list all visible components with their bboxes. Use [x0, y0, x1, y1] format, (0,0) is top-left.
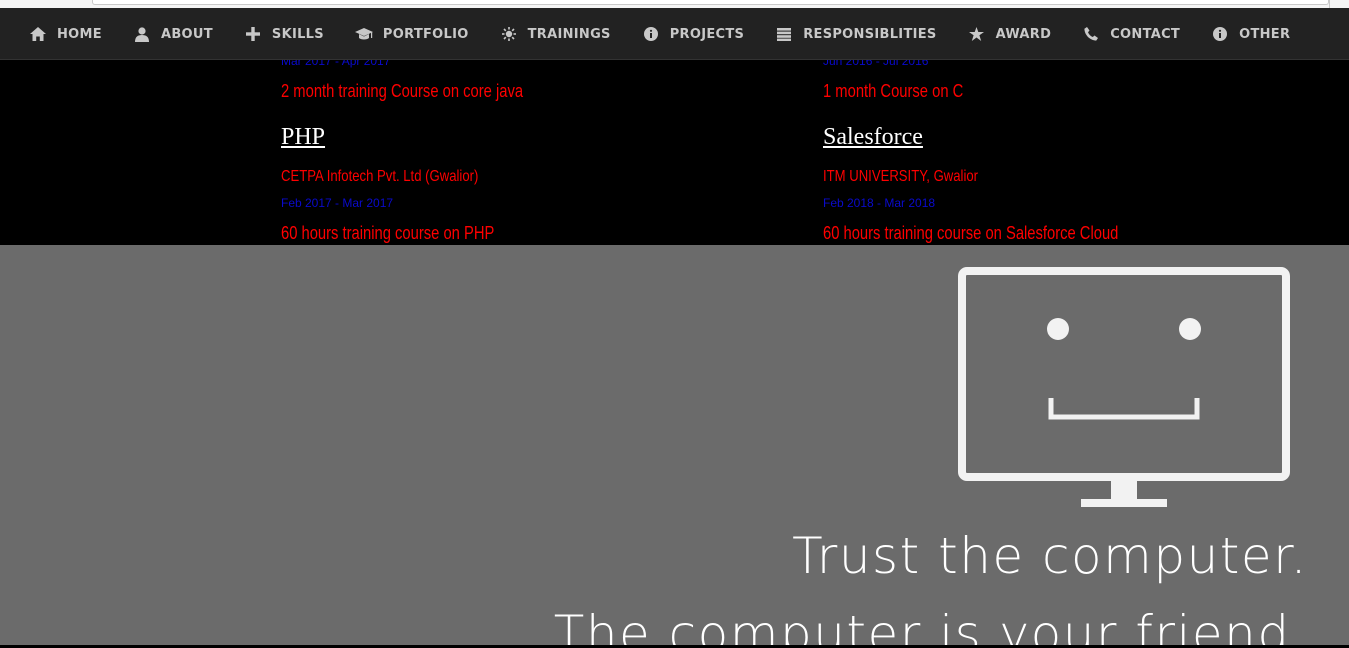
nav-item-contact[interactable]: CONTACT	[1081, 26, 1180, 42]
training-description: 60 hours training course on PHP	[281, 223, 495, 243]
nav-label: ABOUT	[160, 26, 213, 42]
training-title[interactable]: PHP	[281, 123, 325, 151]
browser-corner	[1329, 0, 1349, 8]
phone-icon	[1081, 26, 1101, 42]
browser-top-strip	[0, 0, 1349, 8]
training-date: Feb 2018 - Mar 2018	[823, 196, 936, 210]
nav-item-portfolio[interactable]: PORTFOLIO	[354, 26, 469, 42]
nav-label: HOME	[57, 26, 102, 42]
nav-label: CONTACT	[1110, 26, 1181, 42]
nav-item-trainings[interactable]: TRAININGS	[499, 26, 611, 42]
nav-item-projects[interactable]: PROJECTS	[641, 26, 744, 42]
hero-tagline-line1: Trust the computer.	[792, 527, 1308, 585]
nav-label: RESPONSIBLITIES	[803, 26, 937, 42]
address-bar-edge	[92, 0, 1329, 5]
nav-item-responsiblities[interactable]: RESPONSIBLITIES	[774, 26, 936, 42]
training-description: 2 month training Course on core java	[281, 81, 524, 101]
training-title[interactable]: Salesforce	[823, 123, 923, 151]
trainings-section: Mar 2017 - Apr 2017 2 month training Cou…	[0, 60, 1349, 245]
nav-label: TRAININGS	[527, 26, 611, 42]
graduation-cap-icon	[354, 26, 374, 42]
nav-item-other[interactable]: OTHER	[1210, 26, 1290, 42]
star-icon	[967, 26, 987, 42]
nav-label: PROJECTS	[669, 26, 745, 42]
nav-item-award[interactable]: AWARD	[967, 26, 1052, 42]
info-icon	[641, 26, 661, 42]
training-organization: CETPA Infotech Pvt. Ltd (Gwalior)	[281, 168, 479, 185]
nav-label: AWARD	[995, 26, 1052, 42]
training-description: 60 hours training course on Salesforce C…	[823, 223, 1119, 243]
sun-icon	[499, 26, 519, 42]
nav-item-about[interactable]: ABOUT	[132, 26, 213, 42]
nav-label: PORTFOLIO	[382, 26, 469, 42]
plus-icon	[243, 26, 263, 42]
info-icon	[1210, 26, 1230, 42]
smiling-monitor-icon	[957, 267, 1291, 511]
list-icon	[774, 26, 794, 42]
hero-section: Trust the computer. The computer is your…	[0, 245, 1349, 645]
training-organization: ITM UNIVERSITY, Gwalior	[823, 168, 979, 185]
training-date: Feb 2017 - Mar 2017	[281, 196, 394, 210]
nav-item-home[interactable]: HOME	[28, 26, 102, 42]
nav-label: SKILLS	[271, 26, 324, 42]
nav-label: OTHER	[1239, 26, 1291, 42]
nav-item-skills[interactable]: SKILLS	[243, 26, 324, 42]
user-icon	[132, 26, 152, 42]
home-icon	[28, 26, 48, 42]
training-date: Mar 2017 - Apr 2017	[281, 60, 391, 68]
training-date: Jun 2016 - Jul 2016	[823, 60, 929, 68]
training-description: 1 month Course on C	[823, 81, 964, 101]
hero-tagline-line2: The computer is your friend.	[553, 605, 1308, 645]
main-navbar: HOME ABOUT SKILLS PORTFOLIO TRAININGS PR…	[0, 8, 1349, 60]
